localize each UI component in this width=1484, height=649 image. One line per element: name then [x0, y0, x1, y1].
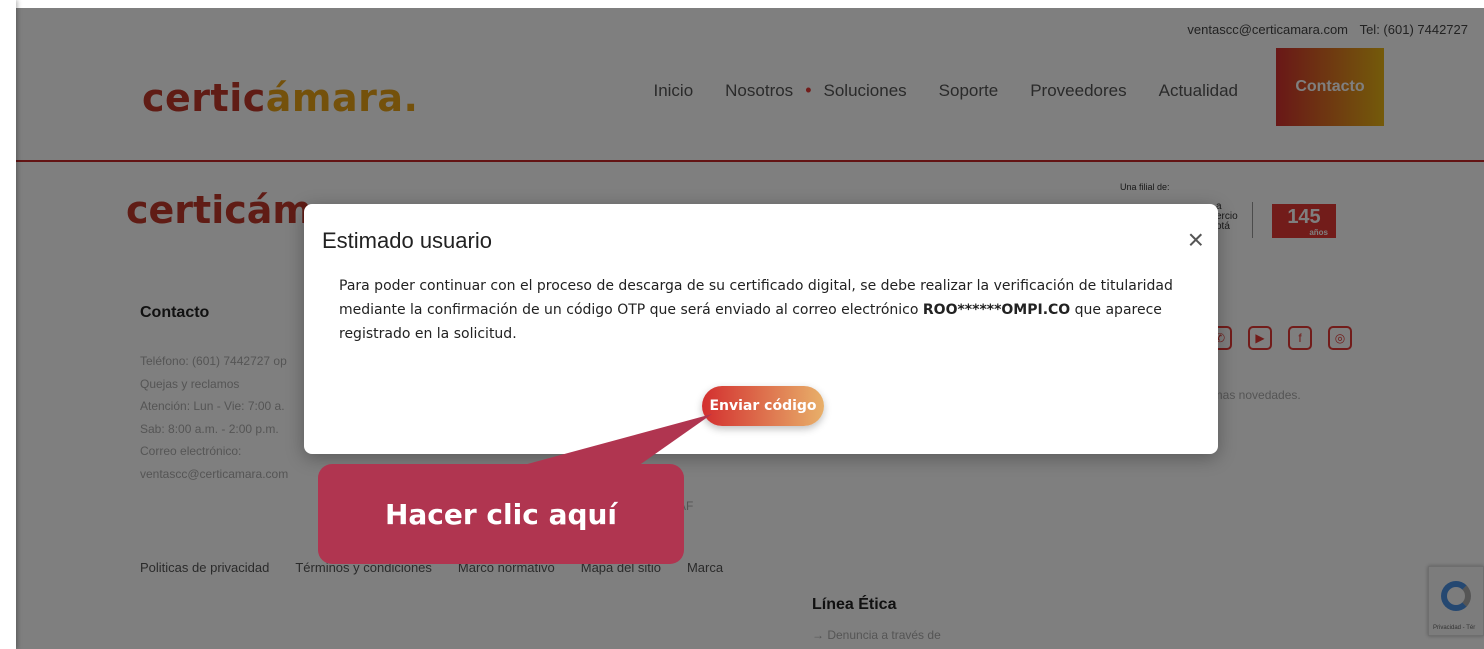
frame-left-edge: [0, 0, 16, 649]
close-icon[interactable]: ×: [1188, 226, 1204, 254]
send-code-button[interactable]: Enviar código: [702, 386, 824, 426]
modal-title: Estimado usuario: [322, 228, 492, 253]
verification-modal: Estimado usuario × Para poder continuar …: [304, 204, 1218, 454]
modal-message: Para poder continuar con el proceso de d…: [339, 278, 1173, 342]
masked-email: ROO******OMPI.CO: [922, 302, 1071, 318]
screenshot-frame: ventascc@certicamara.com Tel: (601) 7442…: [0, 0, 1484, 649]
click-here-callout: Hacer clic aquí: [318, 464, 684, 564]
